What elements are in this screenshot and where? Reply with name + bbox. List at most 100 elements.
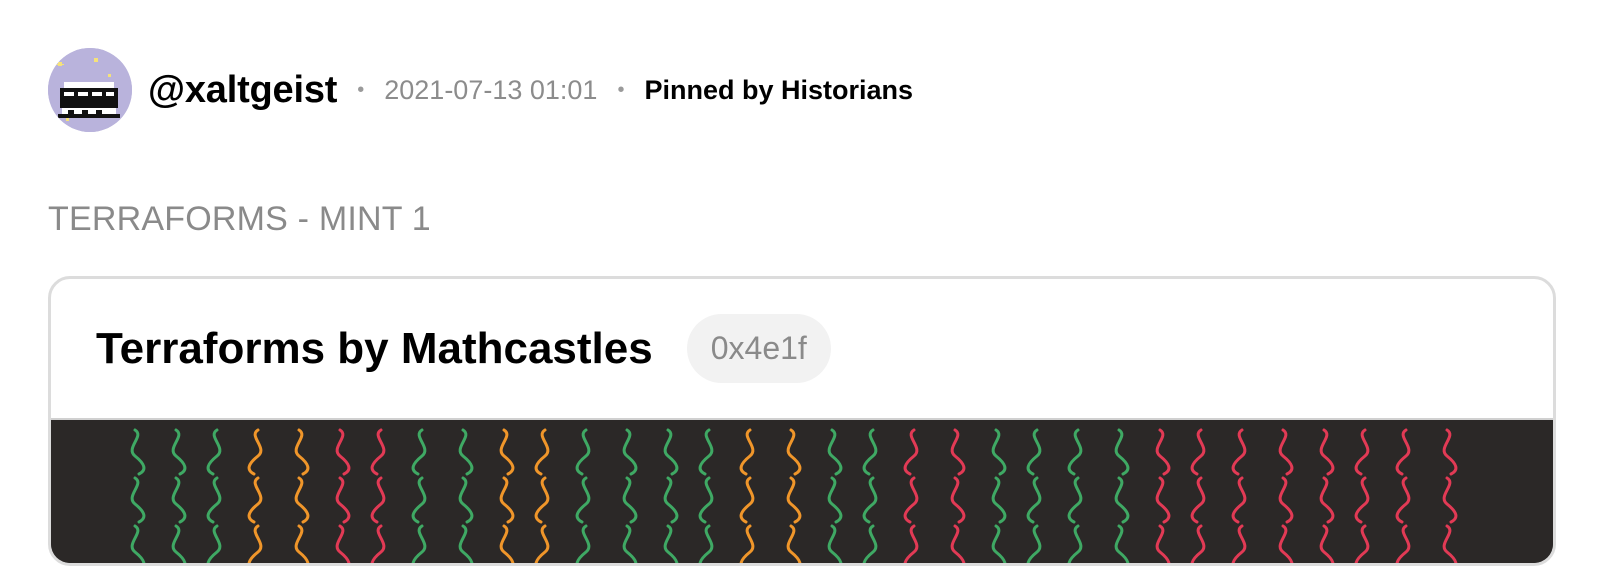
artwork-stroke bbox=[411, 428, 427, 476]
artwork-stroke bbox=[950, 476, 966, 524]
artwork-stroke bbox=[411, 524, 427, 563]
artwork-stroke bbox=[698, 524, 714, 563]
artwork-stroke bbox=[247, 524, 263, 563]
artwork-stroke bbox=[1278, 476, 1294, 524]
artwork-stroke bbox=[827, 524, 843, 563]
artwork-stroke bbox=[1395, 428, 1411, 476]
artwork-stroke bbox=[950, 524, 966, 563]
artwork-stroke bbox=[206, 524, 222, 563]
artwork-stroke bbox=[862, 524, 878, 563]
artwork-stroke bbox=[370, 524, 386, 563]
artwork-stroke bbox=[1442, 476, 1458, 524]
artwork-stroke bbox=[171, 428, 187, 476]
artwork-stroke bbox=[1442, 524, 1458, 563]
artwork-stroke bbox=[206, 428, 222, 476]
separator-dot: • bbox=[357, 78, 365, 101]
artwork-stroke bbox=[1155, 428, 1171, 476]
artwork-stroke bbox=[1026, 476, 1042, 524]
nft-artwork[interactable] bbox=[51, 420, 1553, 563]
artwork-stroke bbox=[294, 428, 310, 476]
artwork-stroke bbox=[499, 476, 515, 524]
separator-dot: • bbox=[617, 78, 625, 101]
artwork-stroke bbox=[458, 476, 474, 524]
artwork-stroke bbox=[827, 476, 843, 524]
artwork-stroke bbox=[786, 476, 802, 524]
artwork-stroke bbox=[903, 476, 919, 524]
artwork-stroke bbox=[411, 476, 427, 524]
artwork-stroke bbox=[130, 476, 146, 524]
artwork-stroke bbox=[903, 428, 919, 476]
avatar[interactable] bbox=[48, 48, 132, 132]
artwork-stroke bbox=[206, 476, 222, 524]
artwork-stroke bbox=[903, 524, 919, 563]
artwork-stroke bbox=[663, 476, 679, 524]
artwork-stroke bbox=[294, 524, 310, 563]
artwork-stroke bbox=[1067, 476, 1083, 524]
artwork-stroke bbox=[575, 524, 591, 563]
artwork-stroke bbox=[335, 428, 351, 476]
artwork-stroke bbox=[458, 428, 474, 476]
artwork-stroke bbox=[1231, 476, 1247, 524]
post-timestamp[interactable]: 2021-07-13 01:01 bbox=[384, 75, 597, 106]
artwork-stroke bbox=[130, 524, 146, 563]
artwork-stroke bbox=[294, 476, 310, 524]
artwork-stroke bbox=[499, 428, 515, 476]
artwork-stroke bbox=[622, 476, 638, 524]
artwork-stroke bbox=[370, 476, 386, 524]
artwork-stroke bbox=[499, 524, 515, 563]
artwork-stroke bbox=[247, 476, 263, 524]
artwork-stroke bbox=[1354, 428, 1370, 476]
artwork-stroke bbox=[458, 524, 474, 563]
artwork-stroke bbox=[862, 428, 878, 476]
artwork-stroke bbox=[534, 476, 550, 524]
artwork-stroke bbox=[534, 524, 550, 563]
artwork-stroke bbox=[991, 476, 1007, 524]
artwork-stroke bbox=[171, 524, 187, 563]
artwork-stroke bbox=[1354, 524, 1370, 563]
artwork-stroke bbox=[171, 476, 187, 524]
artwork-stroke bbox=[1231, 428, 1247, 476]
artwork-stroke bbox=[1114, 428, 1130, 476]
artwork-stroke bbox=[1190, 428, 1206, 476]
post-header: @xaltgeist • 2021-07-13 01:01 • Pinned b… bbox=[48, 48, 913, 132]
artwork-stroke bbox=[739, 476, 755, 524]
collection-name[interactable]: Terraforms by Mathcastles bbox=[96, 324, 653, 374]
artwork-stroke bbox=[1067, 524, 1083, 563]
artwork-stroke bbox=[534, 428, 550, 476]
artwork-stroke bbox=[1067, 428, 1083, 476]
artwork-stroke bbox=[739, 524, 755, 563]
artwork-stroke bbox=[247, 428, 263, 476]
artwork-stroke bbox=[698, 428, 714, 476]
contract-address-pill[interactable]: 0x4e1f bbox=[686, 314, 831, 383]
artwork-stroke bbox=[1354, 476, 1370, 524]
artwork-stroke bbox=[575, 428, 591, 476]
artwork-stroke bbox=[1395, 524, 1411, 563]
artwork-stroke bbox=[1026, 524, 1042, 563]
artwork-stroke bbox=[130, 428, 146, 476]
artwork-stroke bbox=[1442, 428, 1458, 476]
artwork-stroke bbox=[1278, 524, 1294, 563]
avatar-pixel-art-icon bbox=[48, 48, 132, 132]
artwork-stroke bbox=[1114, 524, 1130, 563]
nft-card[interactable]: Terraforms by Mathcastles 0x4e1f bbox=[48, 276, 1556, 566]
artwork-stroke bbox=[370, 428, 386, 476]
artwork-stroke bbox=[862, 476, 878, 524]
artwork-stroke bbox=[827, 428, 843, 476]
artwork-stroke bbox=[1319, 524, 1335, 563]
artwork-stroke bbox=[1026, 428, 1042, 476]
artwork-stroke bbox=[1190, 476, 1206, 524]
username[interactable]: @xaltgeist bbox=[148, 69, 337, 112]
artwork-stroke bbox=[663, 524, 679, 563]
artwork-stroke bbox=[575, 476, 591, 524]
artwork-stroke bbox=[622, 428, 638, 476]
artwork-stroke bbox=[1114, 476, 1130, 524]
artwork-stroke bbox=[335, 524, 351, 563]
artwork-stroke bbox=[991, 524, 1007, 563]
artwork-stroke bbox=[663, 428, 679, 476]
artwork-stroke bbox=[335, 476, 351, 524]
artwork-stroke bbox=[786, 428, 802, 476]
artwork-stroke bbox=[1278, 428, 1294, 476]
artwork-stroke bbox=[1231, 524, 1247, 563]
artwork-stroke bbox=[1155, 476, 1171, 524]
artwork-stroke bbox=[950, 428, 966, 476]
